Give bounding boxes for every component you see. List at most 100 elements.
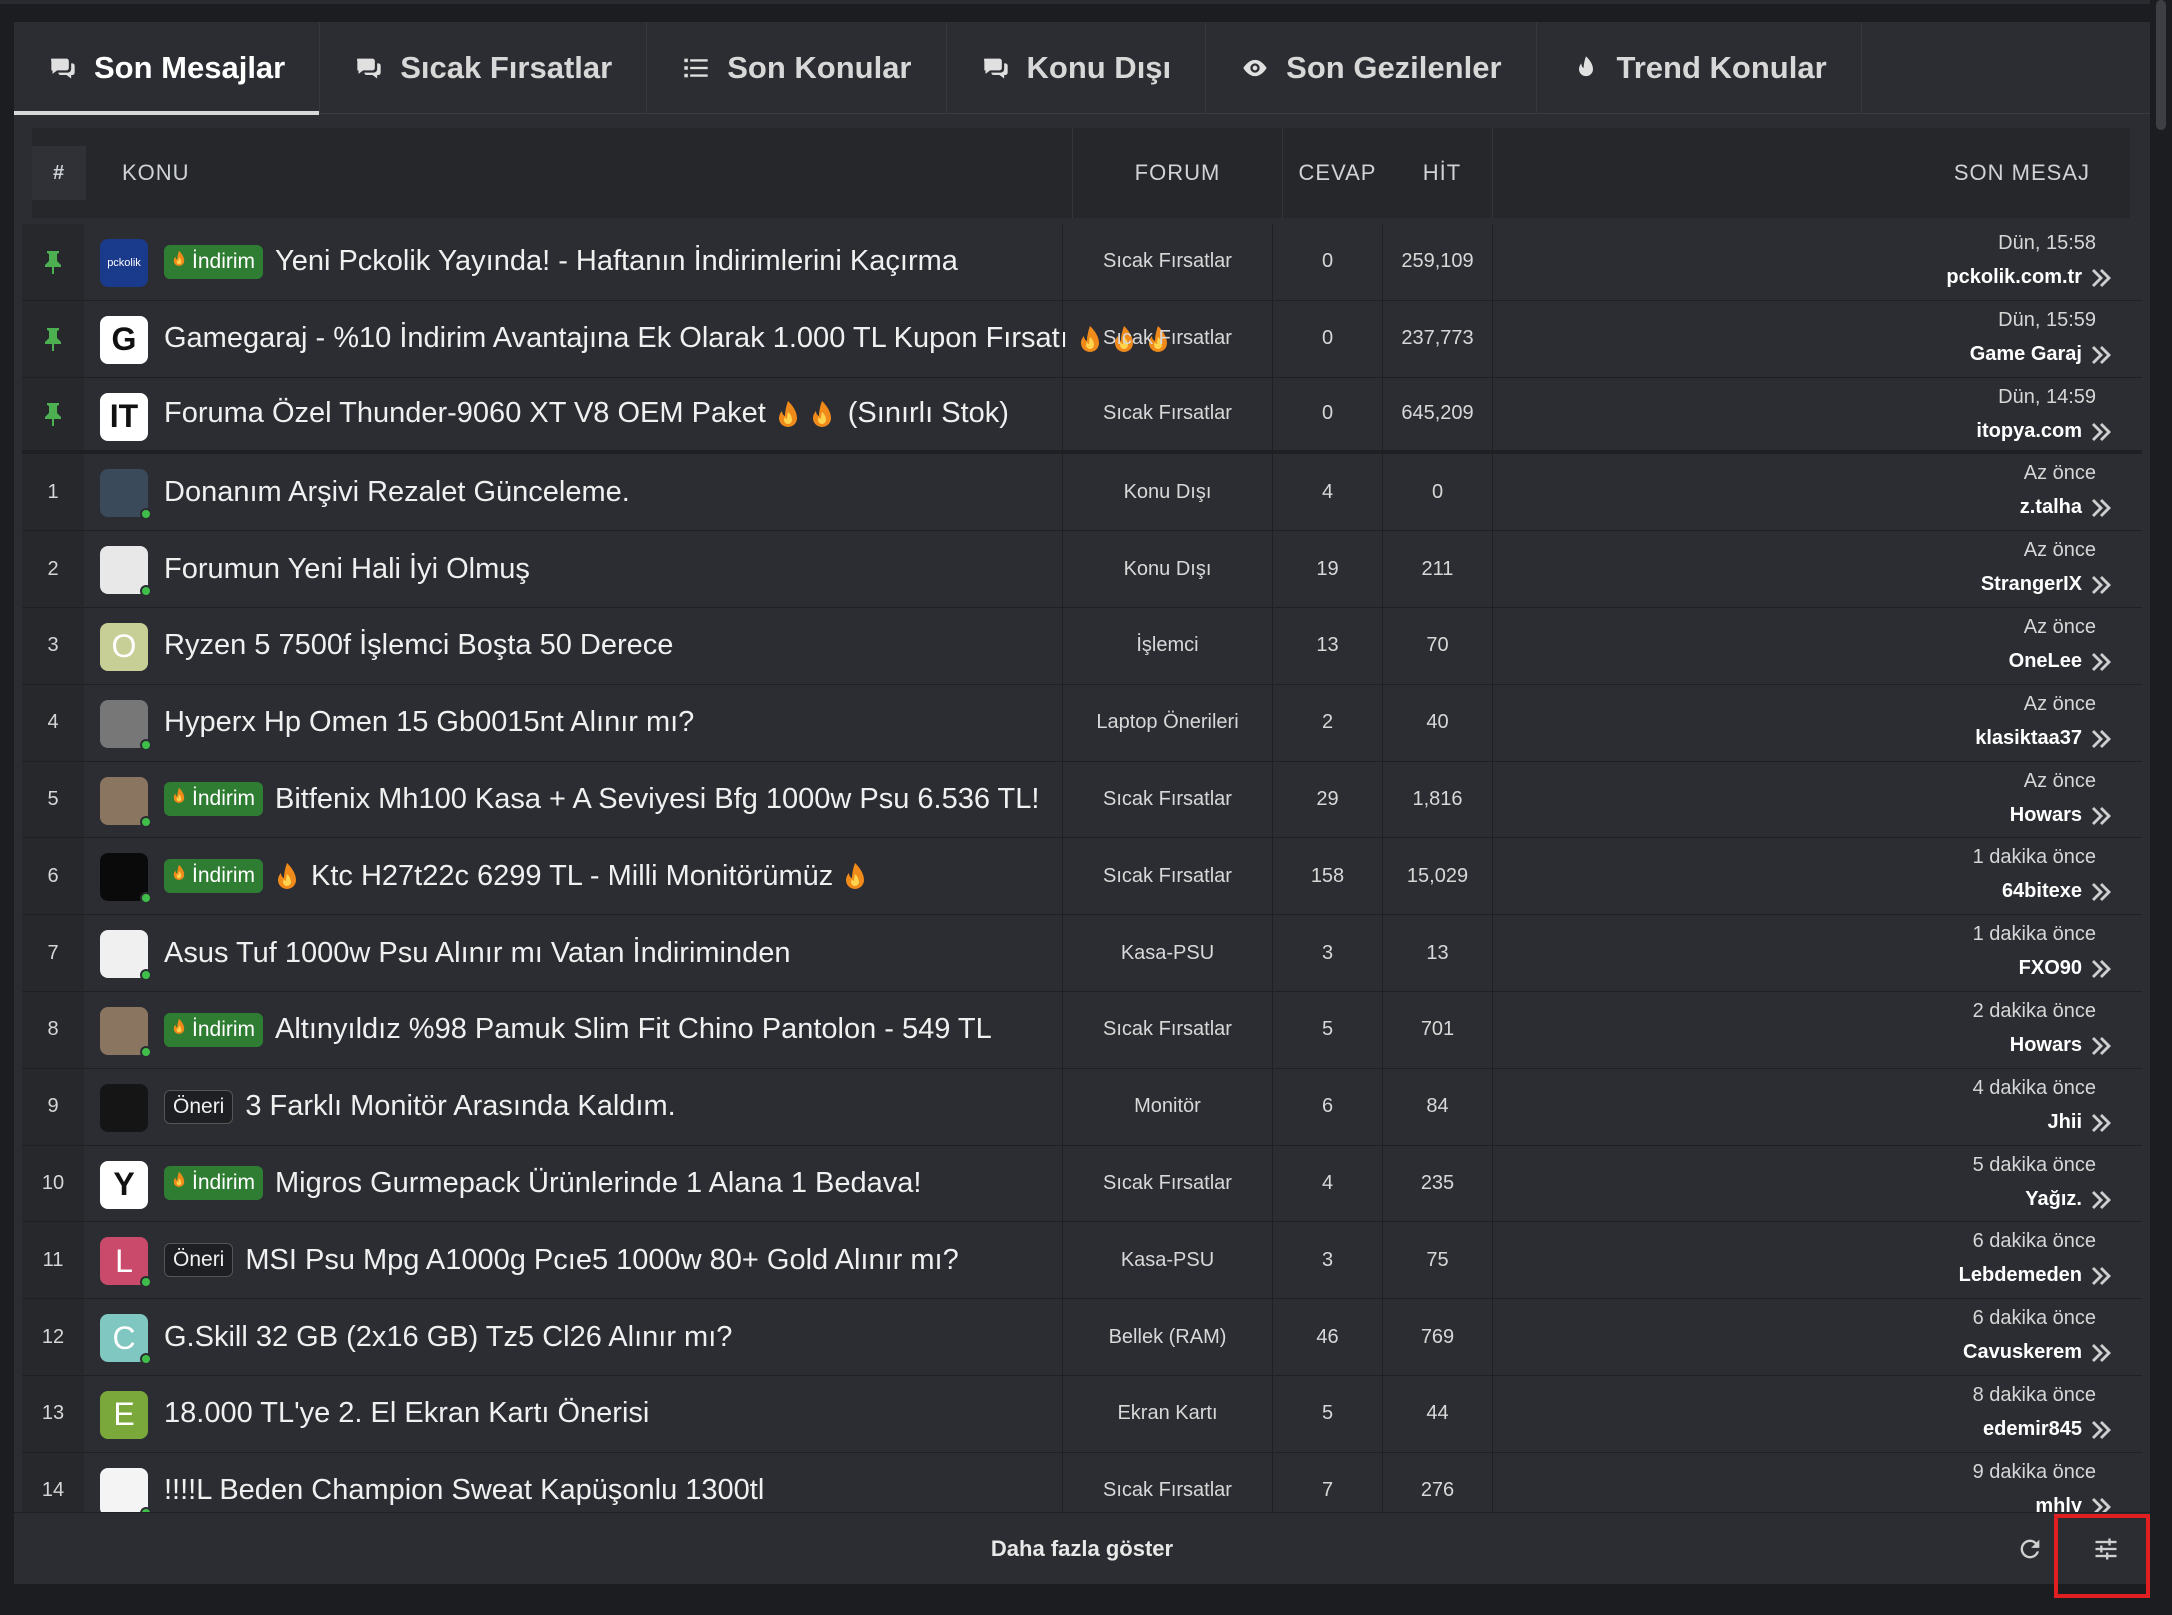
avatar[interactable]: L <box>100 1237 152 1289</box>
double-chevron-right-icon[interactable] <box>2090 498 2112 518</box>
topic-title-link[interactable]: İndirim Altınyıldız %98 Pamuk Slim Fit Ch… <box>164 992 992 1068</box>
avatar[interactable]: IT <box>100 392 148 441</box>
forum-link[interactable]: Monitör <box>1062 1068 1272 1145</box>
double-chevron-right-icon[interactable] <box>2090 1113 2112 1133</box>
double-chevron-right-icon[interactable] <box>2090 1343 2112 1363</box>
forum-link[interactable]: Sıcak Fırsatlar <box>1062 991 1272 1068</box>
indirim-badge[interactable]: İndirim <box>164 244 264 279</box>
last-post-user-link[interactable]: 64bitexe <box>2002 880 2082 903</box>
last-post-user-link[interactable]: klasiktaa37 <box>1975 727 2082 750</box>
topic-title-link[interactable]: Forumun Yeni Hali İyi Olmuş <box>164 531 530 607</box>
last-post-user-link[interactable]: Howars <box>2010 1034 2082 1057</box>
double-chevron-right-icon[interactable] <box>2090 575 2112 595</box>
avatar[interactable] <box>100 930 152 982</box>
avatar[interactable]: O <box>100 622 148 671</box>
double-chevron-right-icon[interactable] <box>2090 422 2112 442</box>
avatar[interactable]: G <box>100 315 148 364</box>
forum-link[interactable]: İşlemci <box>1062 607 1272 684</box>
last-post-user-link[interactable]: Game Garaj <box>1970 343 2082 366</box>
header-son-mesaj: SON MESAJ <box>1492 128 2130 218</box>
oneri-badge[interactable]: Öneri <box>164 1243 234 1278</box>
avatar[interactable] <box>100 546 152 598</box>
avatar[interactable] <box>100 776 152 828</box>
forum-link[interactable]: Kasa-PSU <box>1062 1222 1272 1299</box>
forum-link[interactable]: Sıcak Fırsatlar <box>1062 224 1272 300</box>
last-post-user-link[interactable]: StrangerIX <box>1981 573 2082 596</box>
avatar[interactable]: E <box>100 1390 148 1439</box>
tab-son-konular[interactable]: Son Konular <box>647 22 947 114</box>
topic-title-link[interactable]: Ryzen 5 7500f İşlemci Boşta 50 Derece <box>164 608 673 684</box>
page-scrollbar[interactable] <box>2150 0 2172 1615</box>
topic-title-link[interactable]: Gamegaraj - %10 İndirim Avantajına Ek Ol… <box>164 301 1170 377</box>
last-post-user-link[interactable]: itopya.com <box>1976 420 2082 443</box>
topic-title-link[interactable]: Öneri MSI Psu Mpg A1000g Pcıe5 1000w 80+ … <box>164 1222 959 1298</box>
forum-link[interactable]: Sıcak Fırsatlar <box>1062 377 1272 451</box>
oneri-badge[interactable]: Öneri <box>164 1089 234 1124</box>
forum-link[interactable]: Kasa-PSU <box>1062 915 1272 991</box>
indirim-badge[interactable]: İndirim <box>164 1012 264 1047</box>
last-post-user-link[interactable]: FXO90 <box>2019 957 2082 980</box>
double-chevron-right-icon[interactable] <box>2090 1190 2112 1210</box>
avatar[interactable] <box>100 1083 148 1132</box>
double-chevron-right-icon[interactable] <box>2090 806 2112 826</box>
tab-trend-konular[interactable]: Trend Konular <box>1537 22 1862 114</box>
forum-link[interactable]: Bellek (RAM) <box>1062 1299 1272 1375</box>
topic-title-link[interactable]: Asus Tuf 1000w Psu Alınır mı Vatan İndir… <box>164 915 791 991</box>
double-chevron-right-icon[interactable] <box>2090 1420 2112 1440</box>
refresh-icon[interactable] <box>2010 1529 2050 1569</box>
tab-konu-dışı[interactable]: Konu Dışı <box>947 22 1207 114</box>
topic-title-link[interactable]: İndirim Bitfenix Mh100 Kasa + A Seviyesi … <box>164 762 1039 838</box>
tab-son-gezilenler[interactable]: Son Gezilenler <box>1206 22 1537 114</box>
tab-sıcak-fırsatlar[interactable]: Sıcak Fırsatlar <box>320 22 648 114</box>
double-chevron-right-icon[interactable] <box>2090 1036 2112 1056</box>
forum-link[interactable]: Konu Dışı <box>1062 454 1272 531</box>
last-post-user-link[interactable]: Cavuskerem <box>1963 1341 2082 1364</box>
indirim-badge[interactable]: İndirim <box>164 782 264 817</box>
double-chevron-right-icon[interactable] <box>2090 268 2112 288</box>
last-post-user-link[interactable]: OneLee <box>2009 650 2082 673</box>
avatar[interactable]: C <box>100 1314 152 1366</box>
avatar-letter: Y <box>113 1166 135 1203</box>
last-post-user-link[interactable]: pckolik.com.tr <box>1946 266 2082 289</box>
double-chevron-right-icon[interactable] <box>2090 959 2112 979</box>
topic-title-link[interactable]: İndirim Ktc H27t22c 6299 TL - Milli Monit… <box>164 838 867 914</box>
last-post-user-link[interactable]: z.talha <box>2020 496 2082 519</box>
double-chevron-right-icon[interactable] <box>2090 1266 2112 1286</box>
double-chevron-right-icon[interactable] <box>2090 729 2112 749</box>
forum-link[interactable]: Laptop Önerileri <box>1062 684 1272 761</box>
last-post-user-link[interactable]: Jhii <box>2048 1111 2082 1134</box>
topic-title-link[interactable]: İndirim Yeni Pckolik Yayında! - Haftanın … <box>164 224 958 300</box>
avatar[interactable] <box>100 469 152 521</box>
forum-link[interactable]: Sıcak Fırsatlar <box>1062 838 1272 915</box>
avatar[interactable]: pckolik <box>100 239 148 287</box>
forum-link[interactable]: Sıcak Fırsatlar <box>1062 1145 1272 1222</box>
avatar[interactable] <box>100 1467 152 1519</box>
forum-link[interactable]: Sıcak Fırsatlar <box>1062 300 1272 377</box>
scrollbar-thumb[interactable] <box>2156 0 2166 130</box>
indirim-badge[interactable]: İndirim <box>164 859 264 894</box>
last-post-user-link[interactable]: edemir845 <box>1983 1418 2082 1441</box>
tab-son-mesajlar[interactable]: Son Mesajlar <box>14 22 321 115</box>
show-more-button[interactable]: Daha fazla göster <box>14 1513 2150 1585</box>
double-chevron-right-icon[interactable] <box>2090 652 2112 672</box>
topic-title-link[interactable]: Foruma Özel Thunder-9060 XT V8 OEM Paket… <box>164 378 1009 451</box>
indirim-badge[interactable]: İndirim <box>164 1166 264 1201</box>
topic-title-link[interactable]: Donanım Arşivi Rezalet Günceleme. <box>164 454 630 530</box>
avatar[interactable] <box>100 1006 152 1058</box>
topic-title-link[interactable]: İndirim Migros Gurmepack Ürünlerinde 1 Al… <box>164 1146 921 1222</box>
last-post-user-link[interactable]: Yağız. <box>2025 1188 2082 1211</box>
topic-title-link[interactable]: G.Skill 32 GB (2x16 GB) Tz5 Cl26 Alınır … <box>164 1299 732 1375</box>
last-post-user-link[interactable]: Lebdemeden <box>1959 1264 2082 1287</box>
topic-title-link[interactable]: Hyperx Hp Omen 15 Gb0015nt Alınır mı? <box>164 685 694 761</box>
last-post-user-link[interactable]: Howars <box>2010 804 2082 827</box>
avatar[interactable]: Y <box>100 1160 148 1209</box>
forum-link[interactable]: Ekran Kartı <box>1062 1375 1272 1452</box>
avatar[interactable] <box>100 853 152 905</box>
double-chevron-right-icon[interactable] <box>2090 345 2112 365</box>
topic-title-link[interactable]: 18.000 TL'ye 2. El Ekran Kartı Önerisi <box>164 1376 649 1452</box>
forum-link[interactable]: Konu Dışı <box>1062 531 1272 607</box>
forum-link[interactable]: Sıcak Fırsatlar <box>1062 761 1272 838</box>
topic-title-link[interactable]: Öneri 3 Farklı Monitör Arasında Kaldım. <box>164 1069 676 1145</box>
double-chevron-right-icon[interactable] <box>2090 882 2112 902</box>
avatar[interactable] <box>100 699 152 751</box>
